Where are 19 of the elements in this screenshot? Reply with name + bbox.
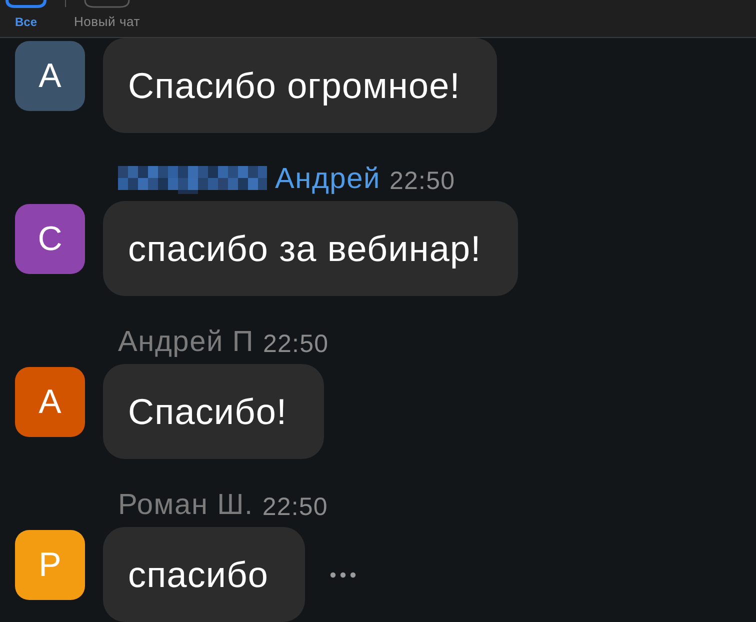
message-time: 22:50	[263, 329, 329, 359]
message-bubble: спасибо за вебинар!	[103, 201, 518, 296]
message-bubble: Спасибо огромное!	[103, 38, 498, 133]
avatar: А	[15, 41, 85, 111]
message-time: 22:50	[390, 166, 456, 196]
sender-name: Роман Ш.	[118, 488, 254, 522]
avatar: А	[15, 367, 85, 437]
message-time: 22:50	[262, 492, 328, 522]
sender-name: Андрей	[275, 162, 381, 196]
sender-name: Андрей П	[118, 325, 254, 359]
frame-icon	[5, 0, 47, 8]
avatar: Р	[15, 530, 85, 600]
frame-icon	[84, 0, 130, 8]
message-bubble: спасибо	[103, 527, 306, 622]
more-icon[interactable]	[330, 572, 356, 578]
avatar: С	[15, 204, 85, 274]
tab[interactable]: Новый чат	[70, 0, 144, 29]
message-bubble: Спасибо!	[103, 364, 324, 459]
tab[interactable]: Все	[5, 0, 47, 29]
